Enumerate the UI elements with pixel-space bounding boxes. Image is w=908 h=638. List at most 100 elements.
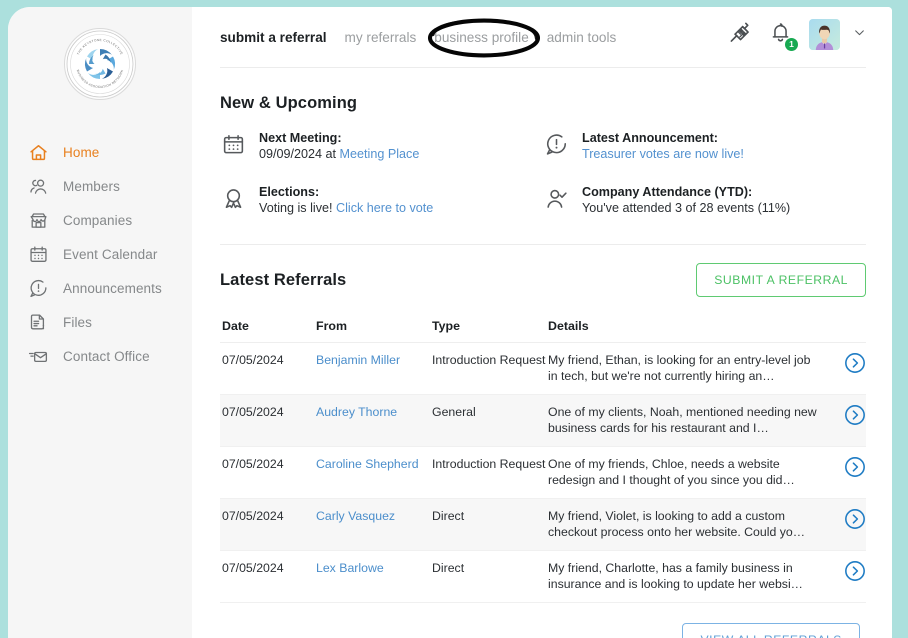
- next-meeting-date: 09/09/2024 at: [259, 147, 340, 161]
- announcements-icon: [28, 278, 49, 299]
- referrer-link[interactable]: Carly Vasquez: [316, 509, 395, 523]
- tab-business-profile[interactable]: business profile: [434, 30, 528, 45]
- members-icon: [28, 176, 49, 197]
- company-attendance-body: Company Attendance (YTD): You've attende…: [582, 184, 790, 216]
- sidebar-item-label: Home: [63, 144, 100, 160]
- avatar[interactable]: [809, 19, 840, 50]
- companies-icon: [28, 210, 49, 231]
- sidebar-item-announcements[interactable]: Announcements: [8, 271, 192, 305]
- referrals-table-body: 07/05/2024 Benjamin Miller Introduction …: [220, 343, 866, 603]
- contact-office-icon: [28, 346, 49, 367]
- chevron-right-circle-icon[interactable]: [844, 352, 866, 374]
- cell-type: General: [432, 405, 476, 419]
- sidebar-nav: Home Members Companies Event Calendar An…: [8, 135, 192, 373]
- referrer-link[interactable]: Caroline Shepherd: [316, 457, 419, 471]
- notification-bell-icon[interactable]: 1: [769, 21, 798, 51]
- sidebar-item-label: Companies: [63, 212, 133, 228]
- vote-link[interactable]: Click here to vote: [336, 201, 433, 215]
- the-keystone-collective-logo[interactable]: THE KEYSTONE COLLECTIVE BUSINESS ASSOCIA…: [64, 28, 136, 100]
- cell-action: [822, 499, 866, 551]
- sidebar-item-home[interactable]: Home: [8, 135, 192, 169]
- chevron-right-circle-icon[interactable]: [844, 456, 866, 478]
- meeting-place-link[interactable]: Meeting Place: [340, 147, 420, 161]
- referrer-link[interactable]: Lex Barlowe: [316, 561, 384, 575]
- app-window: THE KEYSTONE COLLECTIVE BUSINESS ASSOCIA…: [8, 7, 892, 638]
- table-header-row: Date From Type Details: [220, 319, 866, 343]
- cell-action: [822, 551, 866, 603]
- latest-announcement-label: Latest Announcement:: [582, 131, 718, 145]
- announcement-link[interactable]: Treasurer votes are now live!: [582, 147, 744, 161]
- tab-my-referrals[interactable]: my referrals: [345, 30, 417, 45]
- company-attendance-value: You've attended 3 of 28 events (11%): [582, 201, 791, 215]
- chevron-right-circle-icon[interactable]: [844, 508, 866, 530]
- logo-graphic: THE KEYSTONE COLLECTIVE BUSINESS ASSOCIA…: [66, 30, 134, 98]
- referrer-link[interactable]: Benjamin Miller: [316, 353, 400, 367]
- cell-type: Direct: [432, 509, 465, 523]
- table-row[interactable]: 07/05/2024 Benjamin Miller Introduction …: [220, 343, 866, 395]
- cell-action: [822, 395, 866, 447]
- chevron-right-circle-icon[interactable]: [844, 404, 866, 426]
- files-icon: [28, 312, 49, 333]
- table-row[interactable]: 07/05/2024 Audrey Thorne General One of …: [220, 394, 866, 447]
- sidebar-item-label: Contact Office: [63, 348, 150, 364]
- next-meeting-item: Next Meeting: 09/09/2024 at Meeting Plac…: [220, 130, 543, 162]
- latest-announcement-item: Latest Announcement: Treasurer votes are…: [543, 130, 866, 162]
- sidebar-item-label: Files: [63, 314, 93, 330]
- calendar-icon: [220, 131, 246, 157]
- cell-action: [822, 447, 866, 499]
- sidebar-item-files[interactable]: Files: [8, 305, 192, 339]
- sidebar-item-members[interactable]: Members: [8, 169, 192, 203]
- referrals-table-head: Date From Type Details: [220, 319, 866, 343]
- tab-submit-a-referral[interactable]: submit a referral: [220, 30, 327, 45]
- announcement-bubble-icon: [543, 131, 569, 157]
- submit-a-referral-button[interactable]: SUBMIT A REFERRAL: [696, 263, 866, 297]
- tab-admin-tools[interactable]: admin tools: [547, 30, 617, 45]
- cell-from: Audrey Thorne: [316, 395, 432, 447]
- table-row[interactable]: 07/05/2024 Carly Vasquez Direct My frien…: [220, 498, 866, 551]
- nav-tabs: submit a referral my referrals business …: [220, 30, 616, 45]
- top-navigation: submit a referral my referrals business …: [220, 7, 866, 67]
- elections-body: Elections: Voting is live! Click here to…: [259, 184, 433, 216]
- cell-from: Caroline Shepherd: [316, 447, 432, 499]
- latest-referrals-footer: VIEW ALL REFERRALS: [220, 623, 866, 638]
- sidebar-item-companies[interactable]: Companies: [8, 203, 192, 237]
- column-header-date: Date: [220, 319, 316, 343]
- avatar-image: [809, 19, 840, 50]
- cell-date: 07/05/2024: [222, 353, 284, 367]
- award-ribbon-icon: [220, 185, 246, 211]
- latest-referrals-section: Latest Referrals SUBMIT A REFERRAL Date …: [220, 245, 866, 638]
- cell-details: One of my friends, Chloe, needs a websit…: [548, 457, 795, 487]
- company-attendance-label: Company Attendance (YTD):: [582, 185, 753, 199]
- chevron-right-circle-icon[interactable]: [844, 560, 866, 582]
- referrer-link[interactable]: Audrey Thorne: [316, 405, 397, 419]
- checkered-flag-icon[interactable]: [727, 20, 752, 50]
- latest-referrals-title: Latest Referrals: [220, 270, 347, 289]
- latest-announcement-body: Latest Announcement: Treasurer votes are…: [582, 130, 744, 162]
- cell-details: My friend, Ethan, is looking for an entr…: [548, 353, 811, 383]
- cell-from: Benjamin Miller: [316, 343, 432, 395]
- column-header-type: Type: [432, 319, 548, 343]
- cell-date: 07/05/2024: [222, 509, 284, 523]
- cell-from: Lex Barlowe: [316, 551, 432, 603]
- top-right-actions: 1: [727, 19, 866, 51]
- sidebar-item-label: Members: [63, 178, 120, 194]
- new-and-upcoming-section: New & Upcoming Next Meeting: 09/09/2024 …: [220, 68, 866, 216]
- sidebar-item-contact-office[interactable]: Contact Office: [8, 339, 192, 373]
- table-row[interactable]: 07/05/2024 Caroline Shepherd Introductio…: [220, 447, 866, 499]
- new-upcoming-title: New & Upcoming: [220, 94, 358, 112]
- chevron-down-icon[interactable]: [853, 26, 866, 44]
- cell-date: 07/05/2024: [222, 561, 284, 575]
- elections-status: Voting is live!: [259, 201, 337, 215]
- table-row[interactable]: 07/05/2024 Lex Barlowe Direct My friend,…: [220, 551, 866, 603]
- view-all-referrals-button[interactable]: VIEW ALL REFERRALS: [682, 623, 860, 638]
- new-upcoming-grid: Next Meeting: 09/09/2024 at Meeting Plac…: [220, 130, 866, 216]
- cell-details: One of my clients, Noah, mentioned needi…: [548, 405, 817, 435]
- home-icon: [28, 142, 49, 163]
- sidebar-item-label: Announcements: [63, 280, 162, 296]
- cell-type: Introduction Request: [432, 353, 546, 367]
- column-header-details: Details: [548, 319, 822, 343]
- sidebar-item-event-calendar[interactable]: Event Calendar: [8, 237, 192, 271]
- cell-type: Direct: [432, 561, 465, 575]
- user-check-icon: [543, 185, 569, 211]
- calendar-icon: [28, 244, 49, 265]
